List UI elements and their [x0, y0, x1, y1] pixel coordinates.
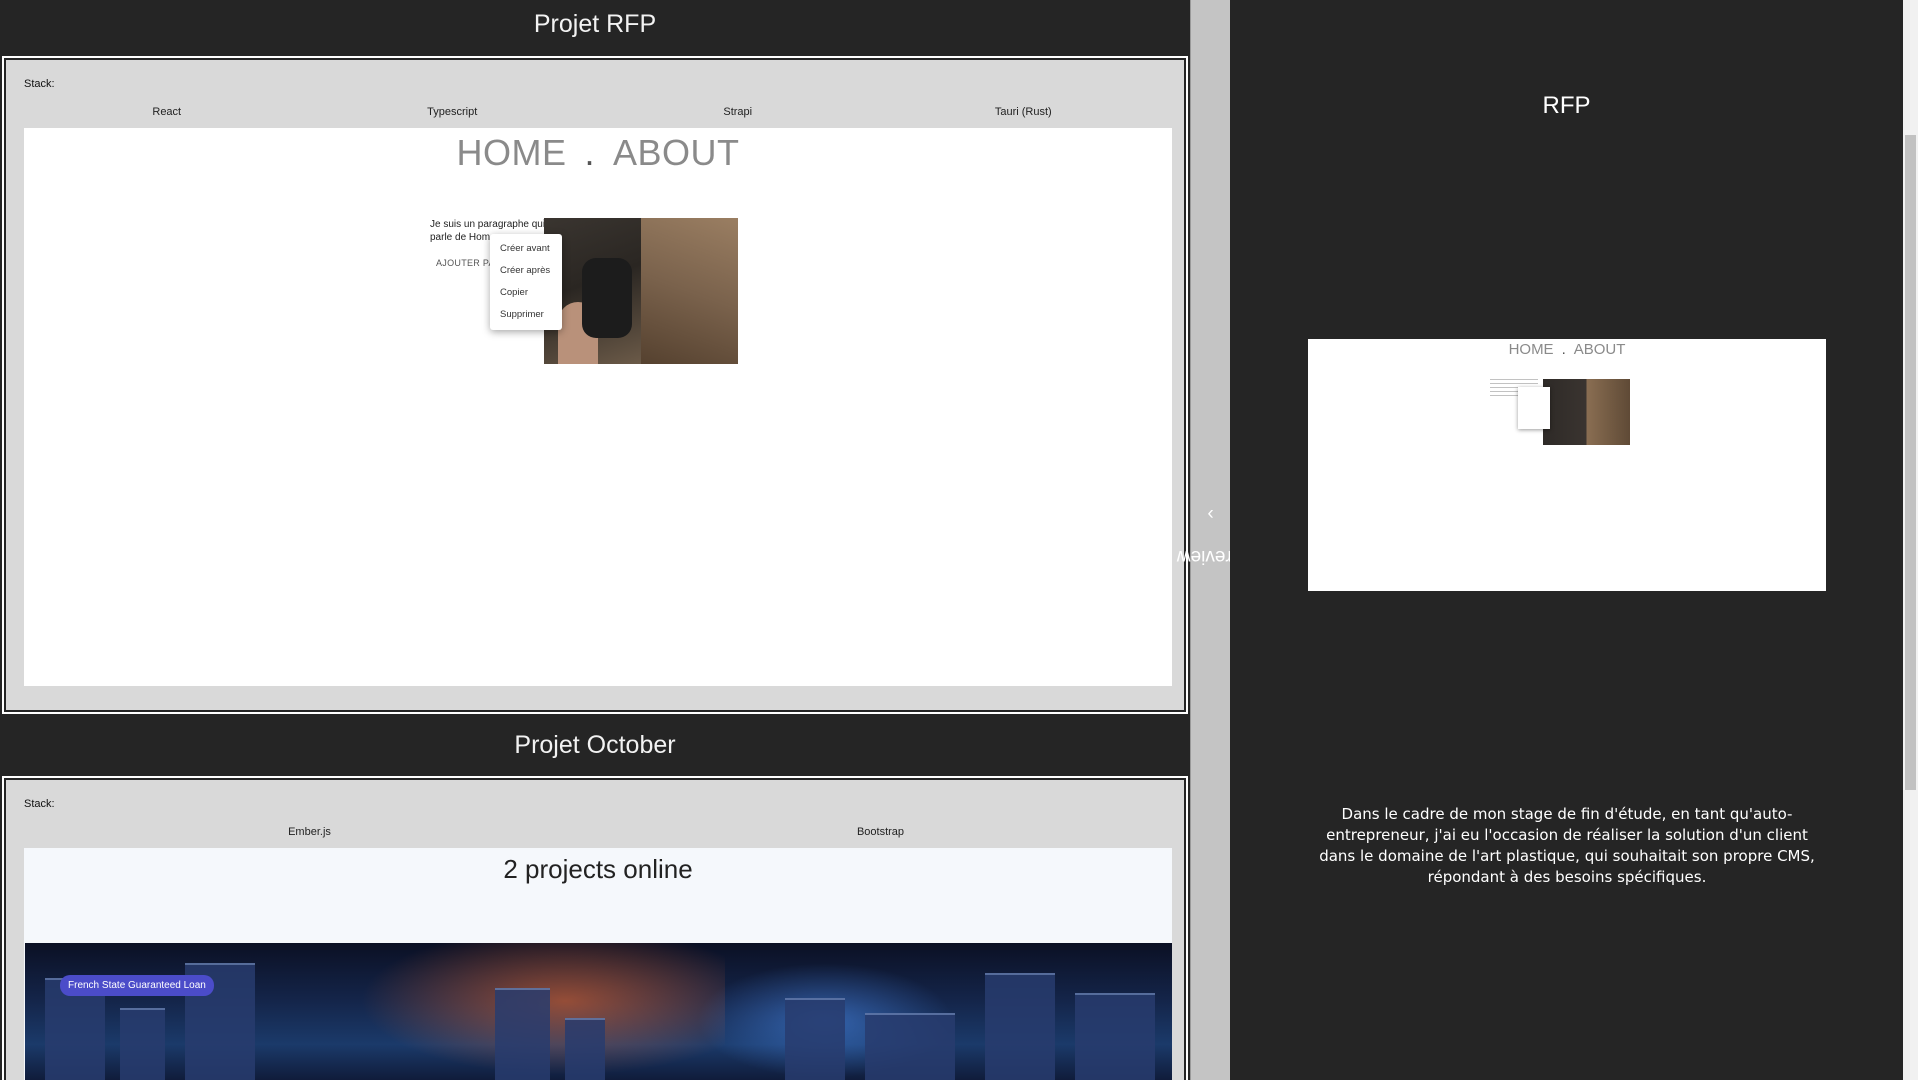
preview-title: RFP — [1542, 92, 1591, 119]
project-card-october[interactable]: Stack: Ember.js Bootstrap 2 projects onl… — [2, 776, 1188, 1080]
stack-item-typescript: Typescript — [427, 106, 478, 118]
thumbnail-nav-home: HOME — [1508, 341, 1554, 358]
context-menu-item-copy: Copier — [500, 287, 528, 298]
screenshot-add-button: AJOUTER PA — [436, 258, 495, 268]
preview-toggle[interactable]: Preview › — [1177, 500, 1245, 600]
thumbnail-nav-separator: . — [1561, 341, 1566, 358]
stack-list: React Typescript Strapi Tauri (Rust) — [24, 96, 1166, 128]
context-menu-item-create-before: Créer avant — [500, 243, 550, 254]
portfolio-page: Projet RFP Stack: React Typescript Strap… — [0, 0, 1918, 1080]
project-card-body: Stack: Ember.js Bootstrap 2 projects onl… — [6, 780, 1184, 1080]
thumbnail-photo — [1543, 379, 1630, 445]
project-list-panel: Projet RFP Stack: React Typescript Strap… — [0, 0, 1190, 1080]
project-card-rfp[interactable]: Stack: React Typescript Strapi Tauri (Ru… — [2, 56, 1188, 714]
stack-item-strapi: Strapi — [723, 106, 753, 118]
project-card-body: Stack: React Typescript Strapi Tauri (Ru… — [6, 60, 1184, 710]
context-menu-item-create-after: Créer après — [500, 265, 551, 276]
project-title-rfp: Projet RFP — [533, 10, 657, 38]
city-night-image — [25, 943, 1172, 1080]
loan-badge: French State Guaranteed Loan — [60, 975, 214, 996]
project-screenshot-rfp[interactable]: HOME. ABOUT Je suis un paragraphe qui par… — [24, 128, 1172, 686]
context-menu-item-delete: Supprimer — [500, 309, 544, 320]
project-title-october: Projet October — [514, 731, 676, 759]
screenshot-photo — [544, 218, 738, 364]
stack-item-emberjs: Ember.js — [288, 826, 331, 838]
thumbnail-context-menu — [1518, 387, 1550, 429]
screenshot-nav: HOME. ABOUT — [24, 132, 1172, 174]
stack-list: Ember.js Bootstrap — [24, 816, 1166, 848]
thumbnail-nav-about: ABOUT — [1573, 341, 1626, 358]
preview-thumbnail[interactable]: HOME. ABOUT — [1308, 339, 1826, 591]
scrollbar-thumb[interactable] — [1905, 135, 1916, 790]
preview-toggle-bar[interactable]: Preview › — [1177, 0, 1245, 1080]
stack-label: Stack: — [24, 78, 55, 90]
screenshot-nav-about: ABOUT — [613, 132, 740, 173]
stack-item-tauri: Tauri (Rust) — [994, 106, 1052, 118]
project-screenshot-october[interactable]: 2 projects online French State Guarantee… — [24, 848, 1172, 1080]
screenshot-nav-separator: . — [584, 132, 595, 173]
screenshot-nav-home: HOME — [456, 132, 567, 173]
page-scrollbar[interactable] — [1903, 0, 1918, 1080]
preview-thumbnail-nav: HOME. ABOUT — [1308, 341, 1826, 358]
stack-label: Stack: — [24, 798, 55, 810]
preview-description: Dans le cadre de mon stage de fin d'étud… — [1319, 805, 1815, 886]
preview-panel: RFP HOME. ABOUT Dans le cadre de mon stag… — [1230, 0, 1903, 1080]
screenshot-context-menu: Créer avant Créer après Copier Supprimer — [490, 234, 562, 330]
screenshot-heading: 2 projects online — [503, 854, 693, 884]
stack-item-bootstrap: Bootstrap — [856, 826, 905, 838]
chevron-right-icon: › — [1207, 503, 1215, 525]
stack-item-react: React — [152, 106, 182, 118]
